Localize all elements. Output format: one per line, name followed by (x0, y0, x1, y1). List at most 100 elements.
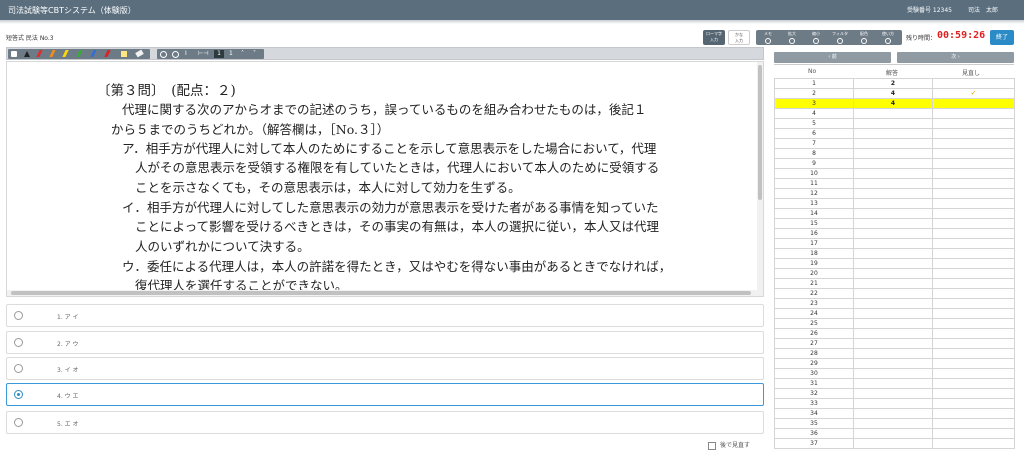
review-flag[interactable] (932, 78, 1015, 89)
answer-row[interactable]: 5 (774, 118, 1015, 129)
review-flag[interactable] (932, 318, 1015, 329)
review-flag[interactable] (932, 168, 1015, 179)
review-flag[interactable] (932, 188, 1015, 199)
yellow-pen-icon[interactable] (62, 50, 69, 57)
answer-row[interactable]: 10 (774, 168, 1015, 179)
review-flag[interactable] (932, 148, 1015, 159)
review-flag[interactable] (932, 348, 1015, 359)
pointer-icon[interactable] (24, 51, 30, 57)
review-flag[interactable] (932, 378, 1015, 389)
review-flag[interactable] (932, 368, 1015, 379)
zoom-out-doc-icon[interactable] (172, 51, 179, 58)
review-flag[interactable] (932, 288, 1015, 299)
answer-row[interactable]: 6 (774, 128, 1015, 139)
answer-row[interactable]: 7 (774, 138, 1015, 149)
page-up-icon[interactable]: ˄ (241, 50, 244, 57)
answer-row[interactable]: 35 (774, 418, 1015, 429)
answer-row[interactable]: 21 (774, 278, 1015, 289)
review-flag[interactable] (932, 128, 1015, 139)
review-flag[interactable] (932, 98, 1015, 109)
zoom-out-button[interactable]: 縮小 (804, 30, 828, 45)
answer-row[interactable]: 15 (774, 218, 1015, 229)
review-flag[interactable] (932, 228, 1015, 239)
eraser-icon[interactable] (135, 49, 144, 58)
vertical-scroll-thumb[interactable] (758, 65, 762, 200)
radio-button-selected[interactable] (14, 390, 23, 399)
review-flag[interactable] (932, 358, 1015, 369)
answer-row[interactable]: 18 (774, 248, 1015, 259)
answer-row[interactable]: 28 (774, 348, 1015, 359)
zoom-in-button[interactable]: 拡大 (780, 30, 804, 45)
review-flag[interactable] (932, 138, 1015, 149)
review-flag[interactable]: ✓ (932, 88, 1015, 99)
answer-row[interactable]: 20 (774, 268, 1015, 279)
answer-row[interactable]: 14 (774, 208, 1015, 219)
help-button[interactable]: 使い方 (876, 30, 900, 45)
answer-row[interactable]: 29 (774, 358, 1015, 369)
red-pen-icon[interactable] (36, 50, 43, 57)
answer-row[interactable]: 34 (774, 408, 1015, 419)
review-flag[interactable] (932, 428, 1015, 439)
answer-row[interactable]: 12 (774, 188, 1015, 199)
vertical-scrollbar[interactable] (757, 62, 763, 296)
page-down-icon[interactable]: ˅ (253, 50, 256, 57)
answer-row[interactable]: 11 (774, 178, 1015, 189)
note-icon[interactable] (121, 51, 127, 57)
review-flag[interactable] (932, 238, 1015, 249)
choice-2[interactable]: 2. ア ウ (6, 331, 764, 354)
answer-row[interactable]: 26 (774, 328, 1015, 339)
romaji-input-button[interactable]: ローマ字 入力 (703, 30, 725, 45)
answer-row[interactable]: 16 (774, 228, 1015, 239)
review-flag[interactable] (932, 118, 1015, 129)
green-pen-icon[interactable] (76, 50, 83, 57)
radio-button[interactable] (14, 364, 23, 373)
radio-button[interactable] (14, 338, 23, 347)
answer-row[interactable]: 33 (774, 398, 1015, 409)
prev-question-button[interactable]: ‹ 前 (774, 52, 891, 63)
color-scheme-button[interactable]: 配色 (852, 30, 876, 45)
orange-pen-icon[interactable] (49, 50, 56, 57)
answer-row[interactable]: 12 (774, 78, 1015, 89)
current-page[interactable]: 1 (214, 50, 224, 58)
review-flag[interactable] (932, 278, 1015, 289)
answer-row[interactable]: 2 4 ✓ (774, 88, 1015, 99)
zoom-in-doc-icon[interactable] (160, 51, 167, 58)
text-cursor-icon[interactable]: I (185, 50, 187, 57)
horizontal-scrollbar[interactable] (7, 290, 759, 296)
red-marker-icon[interactable] (104, 50, 111, 57)
review-later-checkbox[interactable]: 後で見直す (708, 440, 750, 450)
end-button[interactable]: 終了 (990, 30, 1014, 45)
radio-button[interactable] (14, 311, 23, 320)
review-flag[interactable] (932, 268, 1015, 279)
review-flag[interactable] (932, 408, 1015, 419)
answer-row[interactable]: 31 (774, 378, 1015, 389)
answer-row[interactable]: 22 (774, 288, 1015, 299)
review-flag[interactable] (932, 158, 1015, 169)
review-flag[interactable] (932, 388, 1015, 399)
answer-row[interactable]: 17 (774, 238, 1015, 249)
answer-row[interactable]: 25 (774, 318, 1015, 329)
choice-4[interactable]: 4. ウ エ (6, 383, 764, 406)
choice-3[interactable]: 3. イ オ (6, 357, 764, 380)
answer-row[interactable]: 8 (774, 148, 1015, 159)
review-flag[interactable] (932, 328, 1015, 339)
review-flag[interactable] (932, 298, 1015, 309)
answer-row[interactable]: 23 (774, 298, 1015, 309)
review-flag[interactable] (932, 248, 1015, 259)
blue-pen-icon[interactable] (90, 50, 97, 57)
review-flag[interactable] (932, 418, 1015, 429)
answer-row[interactable]: 36 (774, 428, 1015, 439)
next-question-button[interactable]: 次 › (897, 52, 1014, 63)
answer-row[interactable]: 4 (774, 108, 1015, 119)
horizontal-scroll-thumb[interactable] (11, 291, 751, 295)
answer-row[interactable]: 37 (774, 438, 1015, 449)
review-flag[interactable] (932, 198, 1015, 209)
review-flag[interactable] (932, 338, 1015, 349)
hand-icon[interactable] (11, 51, 17, 57)
memo-button[interactable]: メモ (756, 30, 780, 45)
answer-row[interactable]: 24 (774, 308, 1015, 319)
answer-row[interactable]: 27 (774, 338, 1015, 349)
choice-5[interactable]: 5. エ オ (6, 411, 764, 434)
review-flag[interactable] (932, 258, 1015, 269)
answer-row[interactable]: 9 (774, 158, 1015, 169)
